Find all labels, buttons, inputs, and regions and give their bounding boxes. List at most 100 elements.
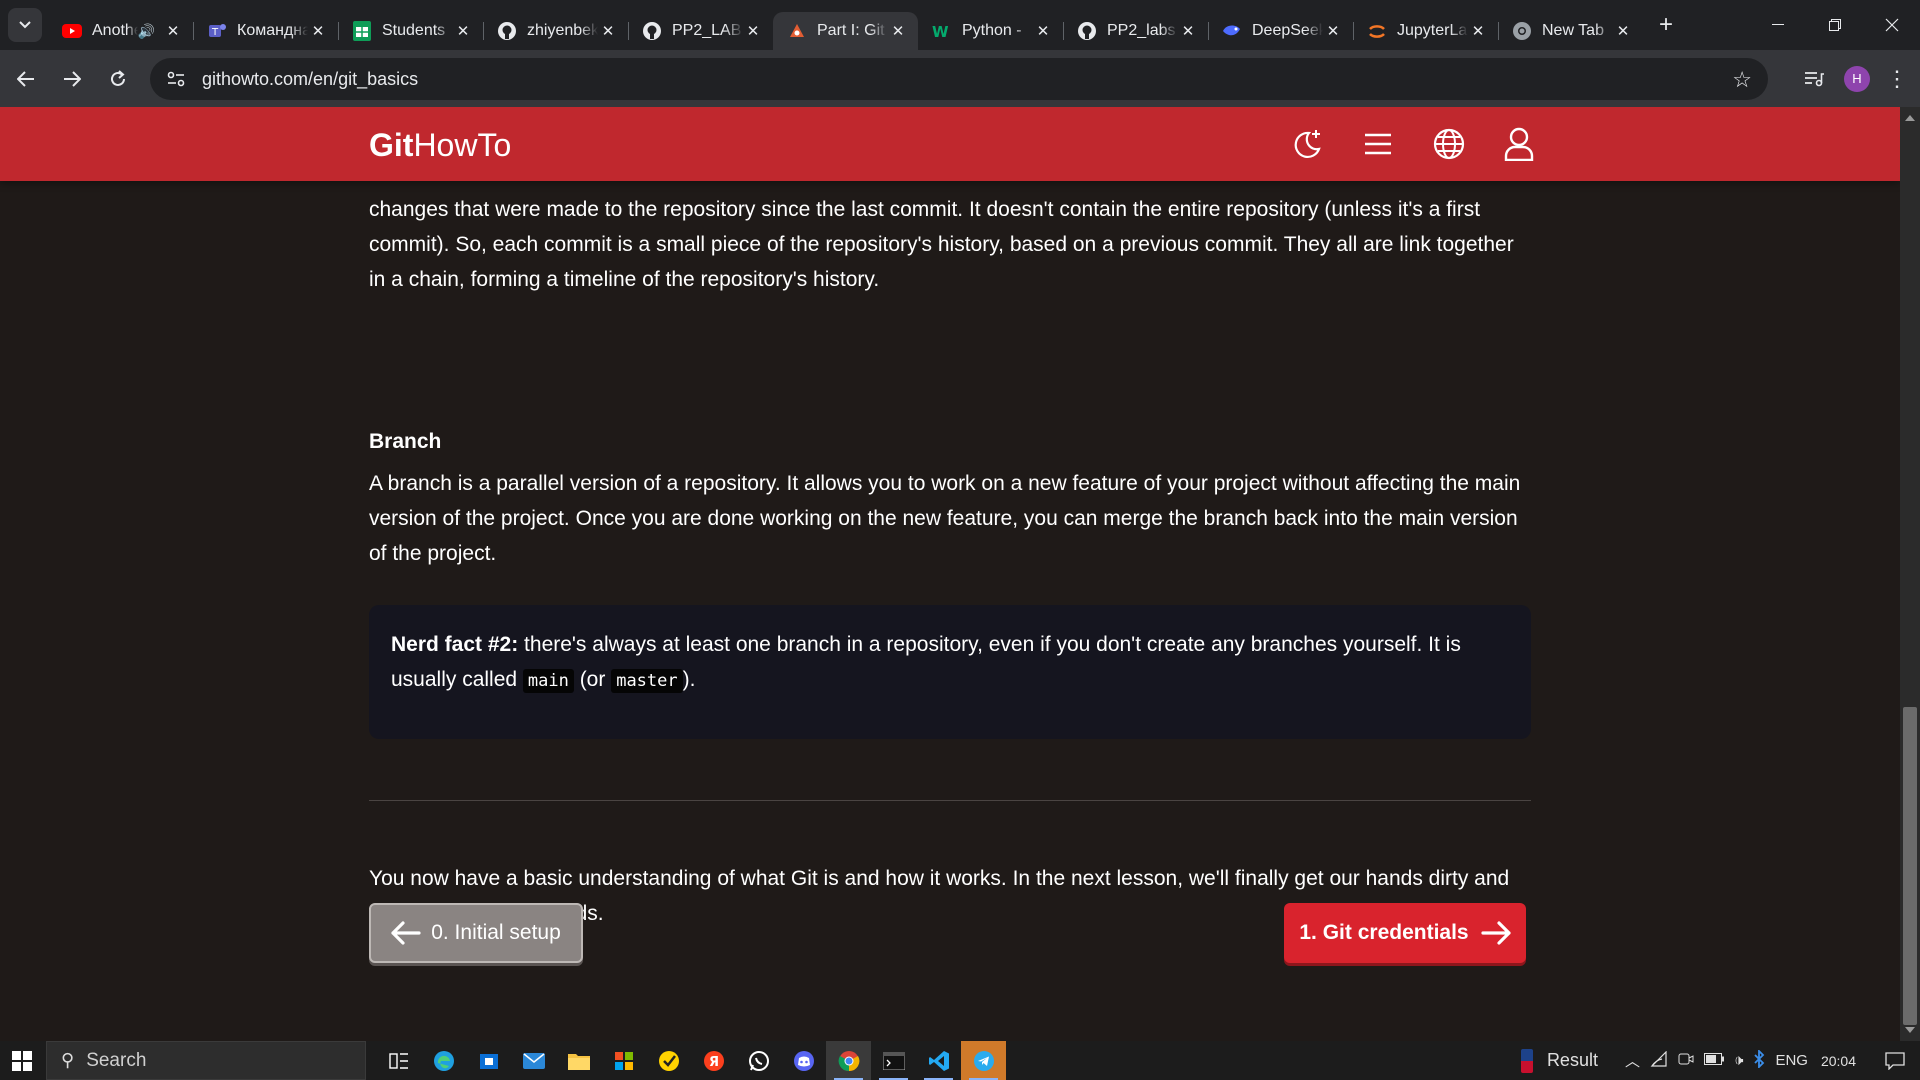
bluetooth-icon[interactable] xyxy=(1753,1048,1765,1072)
forward-button[interactable] xyxy=(52,59,92,99)
mail-icon[interactable] xyxy=(511,1041,556,1080)
system-tray: Result ︿ 🕩 ENG 20:04 xyxy=(1516,1041,1920,1080)
tab-title: Students xyxy=(382,22,446,39)
menu-icon[interactable] xyxy=(1360,126,1396,162)
close-tab-icon[interactable]: ✕ xyxy=(598,21,618,41)
terminal-icon[interactable] xyxy=(871,1041,916,1080)
close-tab-icon[interactable]: ✕ xyxy=(1468,21,1488,41)
show-hidden-icons-icon[interactable]: ︿ xyxy=(1625,1050,1640,1071)
close-tab-icon[interactable]: ✕ xyxy=(743,21,763,41)
news-widget[interactable]: Result xyxy=(1520,1048,1598,1073)
close-tab-icon[interactable]: ✕ xyxy=(1033,21,1053,41)
battery-icon[interactable] xyxy=(1703,1052,1724,1069)
tab-deepseek[interactable]: DeepSeek ✕ xyxy=(1208,12,1353,50)
window-controls xyxy=(1749,0,1920,50)
reload-icon xyxy=(111,69,125,86)
close-tab-icon[interactable]: ✕ xyxy=(888,21,908,41)
scroll-down-icon[interactable] xyxy=(1905,1027,1915,1033)
tab-github-pp2-labs[interactable]: PP2_labs ✕ xyxy=(1063,12,1208,50)
media-control-icon[interactable] xyxy=(1792,71,1836,87)
toolbar-actions: H ⋮ xyxy=(1792,50,1920,107)
close-window-button[interactable] xyxy=(1863,0,1920,50)
language-indicator[interactable]: ENG xyxy=(1775,1052,1808,1069)
discord-icon[interactable] xyxy=(781,1041,826,1080)
profile-avatar[interactable]: H xyxy=(1844,65,1870,92)
scrollbar-thumb[interactable] xyxy=(1903,707,1917,1025)
clock[interactable]: 20:04 xyxy=(1821,1053,1856,1069)
vscode-icon[interactable] xyxy=(916,1041,961,1080)
tab-search-button[interactable] xyxy=(8,8,42,42)
taskbar-apps: Я xyxy=(376,1041,1006,1080)
tab-githowto[interactable]: Part I: Git ✕ xyxy=(773,12,918,50)
new-tab-button[interactable]: + xyxy=(1649,8,1683,42)
close-tab-icon[interactable]: ✕ xyxy=(308,21,328,41)
tab-title: Another xyxy=(92,22,138,39)
notification-center-icon[interactable] xyxy=(1875,1051,1915,1070)
browser-toolbar: githowto.com/en/git_basics ☆ H ⋮ xyxy=(0,50,1920,107)
tab-jupyter[interactable]: JupyterLab ✕ xyxy=(1353,12,1498,50)
minimize-icon xyxy=(1771,24,1784,25)
search-icon: ⚲ xyxy=(61,1050,75,1070)
close-tab-icon[interactable]: ✕ xyxy=(1323,21,1343,41)
scroll-up-icon[interactable] xyxy=(1905,115,1915,121)
meet-now-icon[interactable] xyxy=(1678,1051,1694,1071)
tab-title: Python - xyxy=(962,22,1022,39)
svg-text:W: W xyxy=(932,23,949,39)
next-lesson-button[interactable]: 1. Git credentials xyxy=(1284,903,1526,963)
taskbar-search[interactable]: ⚲ Search xyxy=(46,1041,366,1080)
whatsapp-icon[interactable] xyxy=(736,1041,781,1080)
prev-lesson-button[interactable]: 0. Initial setup xyxy=(369,903,583,963)
close-tab-icon[interactable]: ✕ xyxy=(453,21,473,41)
more-menu-icon[interactable]: ⋮ xyxy=(1882,66,1912,92)
arrow-right-icon xyxy=(1481,921,1511,945)
branch-paragraph: A branch is a parallel version of a repo… xyxy=(369,472,1521,565)
github-icon xyxy=(497,21,517,41)
network-icon[interactable] xyxy=(1650,1050,1668,1071)
restore-button[interactable] xyxy=(1806,0,1863,50)
tab-teams[interactable]: T Командная ✕ xyxy=(193,12,338,50)
tab-new-tab[interactable]: New Tab ✕ xyxy=(1498,12,1643,50)
reload-button[interactable] xyxy=(98,59,138,99)
start-button[interactable] xyxy=(0,1041,44,1080)
user-account-icon[interactable] xyxy=(1501,126,1537,162)
close-tab-icon[interactable]: ✕ xyxy=(1613,21,1633,41)
theme-toggle-icon[interactable] xyxy=(1290,126,1326,162)
speaker-icon[interactable]: 🔊 xyxy=(138,23,155,40)
edge-icon[interactable] xyxy=(421,1041,466,1080)
teams-icon: T xyxy=(207,21,227,41)
chrome-taskbar-icon[interactable] xyxy=(826,1041,871,1080)
site-info-icon[interactable] xyxy=(156,71,196,87)
address-bar[interactable]: githowto.com/en/git_basics ☆ xyxy=(150,58,1768,100)
windows-store-icon[interactable] xyxy=(466,1041,511,1080)
minimize-button[interactable] xyxy=(1749,0,1806,50)
nerd-fact-label: Nerd fact #2: xyxy=(391,633,519,656)
tab-w3schools[interactable]: W Python - ✕ xyxy=(918,12,1063,50)
file-explorer-icon[interactable] xyxy=(556,1041,601,1080)
norton-icon[interactable] xyxy=(646,1041,691,1080)
nerd-fact-text: (or xyxy=(573,668,612,691)
back-button[interactable] xyxy=(6,59,46,99)
close-icon xyxy=(1885,18,1898,32)
tab-youtube[interactable]: Another 🔊 ✕ xyxy=(48,12,193,50)
language-globe-icon[interactable] xyxy=(1431,126,1467,162)
close-tab-icon[interactable]: ✕ xyxy=(163,21,183,41)
url-text[interactable]: githowto.com/en/git_basics xyxy=(202,69,418,90)
windows-taskbar: ⚲ Search Я Result ︿ 🕩 ENG 20:04 xyxy=(0,1041,1920,1080)
jupyter-icon xyxy=(1367,21,1387,41)
microsoft-store-icon[interactable] xyxy=(601,1041,646,1080)
yandex-browser-icon[interactable]: Я xyxy=(691,1041,736,1080)
tab-title: New Tab xyxy=(1542,22,1604,39)
tab-github-pp2-lab[interactable]: PP2_LAB ✕ xyxy=(628,12,773,50)
tab-github-zhiyenbek[interactable]: zhiyenbek ✕ xyxy=(483,12,628,50)
page-scrollbar[interactable] xyxy=(1900,107,1920,1041)
browser-tab-strip: Another 🔊 ✕ T Командная ✕ Students ✕ zhi… xyxy=(0,0,1920,50)
volume-icon[interactable]: 🕩 xyxy=(1734,1052,1743,1069)
tab-sheets[interactable]: Students ✕ xyxy=(338,12,483,50)
telegram-icon[interactable] xyxy=(961,1041,1006,1080)
task-view-icon[interactable] xyxy=(376,1041,421,1080)
bookmark-star-icon[interactable]: ☆ xyxy=(1732,67,1752,93)
tab-title: Part I: Git xyxy=(817,22,885,39)
site-logo[interactable]: GitHowTo xyxy=(369,127,511,164)
windows-logo-icon xyxy=(12,1050,32,1071)
close-tab-icon[interactable]: ✕ xyxy=(1178,21,1198,41)
